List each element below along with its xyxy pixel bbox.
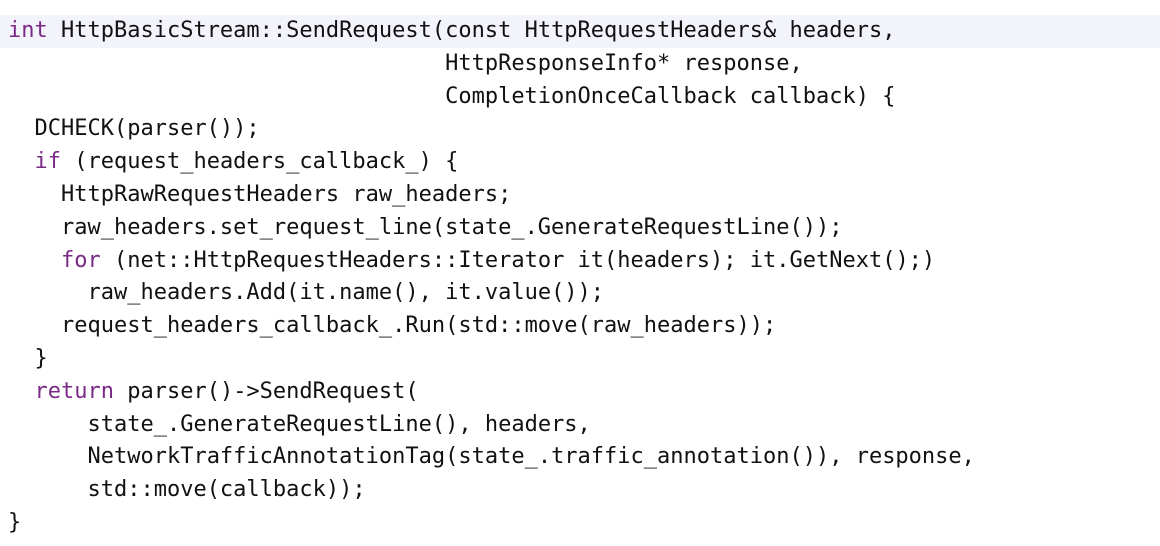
code-line: std::move(callback)); (8, 474, 1158, 507)
code-keyword: int (8, 18, 48, 43)
code-text: state_.GenerateRequestLine(), headers, (87, 411, 591, 437)
code-line: raw_headers.Add(it.name(), it.value()); (8, 277, 1158, 310)
code-line: } (8, 507, 1158, 540)
code-line: } (8, 343, 1158, 376)
code-text: (net::HttpRequestHeaders::Iterator it(he… (100, 247, 936, 273)
code-text: (request_headers_callback_) { (61, 149, 459, 175)
code-line: NetworkTrafficAnnotationTag(state_.traff… (8, 441, 1158, 474)
code-line: int HttpBasicStream::SendRequest(const H… (8, 15, 1158, 48)
code-line: request_headers_callback_.Run(std::move(… (8, 310, 1158, 343)
code-viewer: int HttpBasicStream::SendRequest(const H… (0, 0, 1160, 546)
code-line: HttpResponseInfo* response, (8, 48, 1158, 81)
code-block: int HttpBasicStream::SendRequest(const H… (8, 15, 1158, 540)
code-line: CompletionOnceCallback callback) { (8, 81, 1158, 114)
code-line: if (request_headers_callback_) { (8, 146, 1158, 179)
code-line: raw_headers.set_request_line(state_.Gene… (8, 212, 1158, 245)
code-line: return parser()->SendRequest( (8, 376, 1158, 409)
code-text: std::move(callback)); (87, 477, 366, 503)
code-line: HttpRawRequestHeaders raw_headers; (8, 179, 1158, 212)
code-text: raw_headers.set_request_line(state_.Gene… (60, 214, 843, 240)
code-text: raw_headers.Add(it.name(), it.value()); (87, 280, 605, 306)
code-text: NetworkTrafficAnnotationTag(state_.traff… (87, 444, 975, 470)
code-text: HttpResponseInfo* response, (8, 50, 803, 76)
code-keyword: if (34, 149, 62, 175)
code-text: } (34, 345, 48, 371)
code-text: HttpRawRequestHeaders raw_headers; (60, 181, 512, 207)
code-line: for (net::HttpRequestHeaders::Iterator i… (8, 245, 1158, 278)
code-text: DCHECK(parser()); (34, 116, 260, 142)
code-text: parser()->SendRequest( (113, 378, 419, 404)
code-line: DCHECK(parser()); (8, 113, 1158, 146)
code-text: } (8, 509, 22, 535)
code-line: state_.GenerateRequestLine(), headers, (8, 409, 1158, 442)
code-text: request_headers_callback_.Run(std::move(… (60, 313, 777, 339)
code-keyword: return (34, 378, 114, 404)
code-text: CompletionOnceCallback callback) { (8, 83, 896, 109)
code-text: HttpBasicStream::SendRequest(const HttpR… (47, 18, 896, 43)
code-keyword: for (60, 247, 101, 273)
